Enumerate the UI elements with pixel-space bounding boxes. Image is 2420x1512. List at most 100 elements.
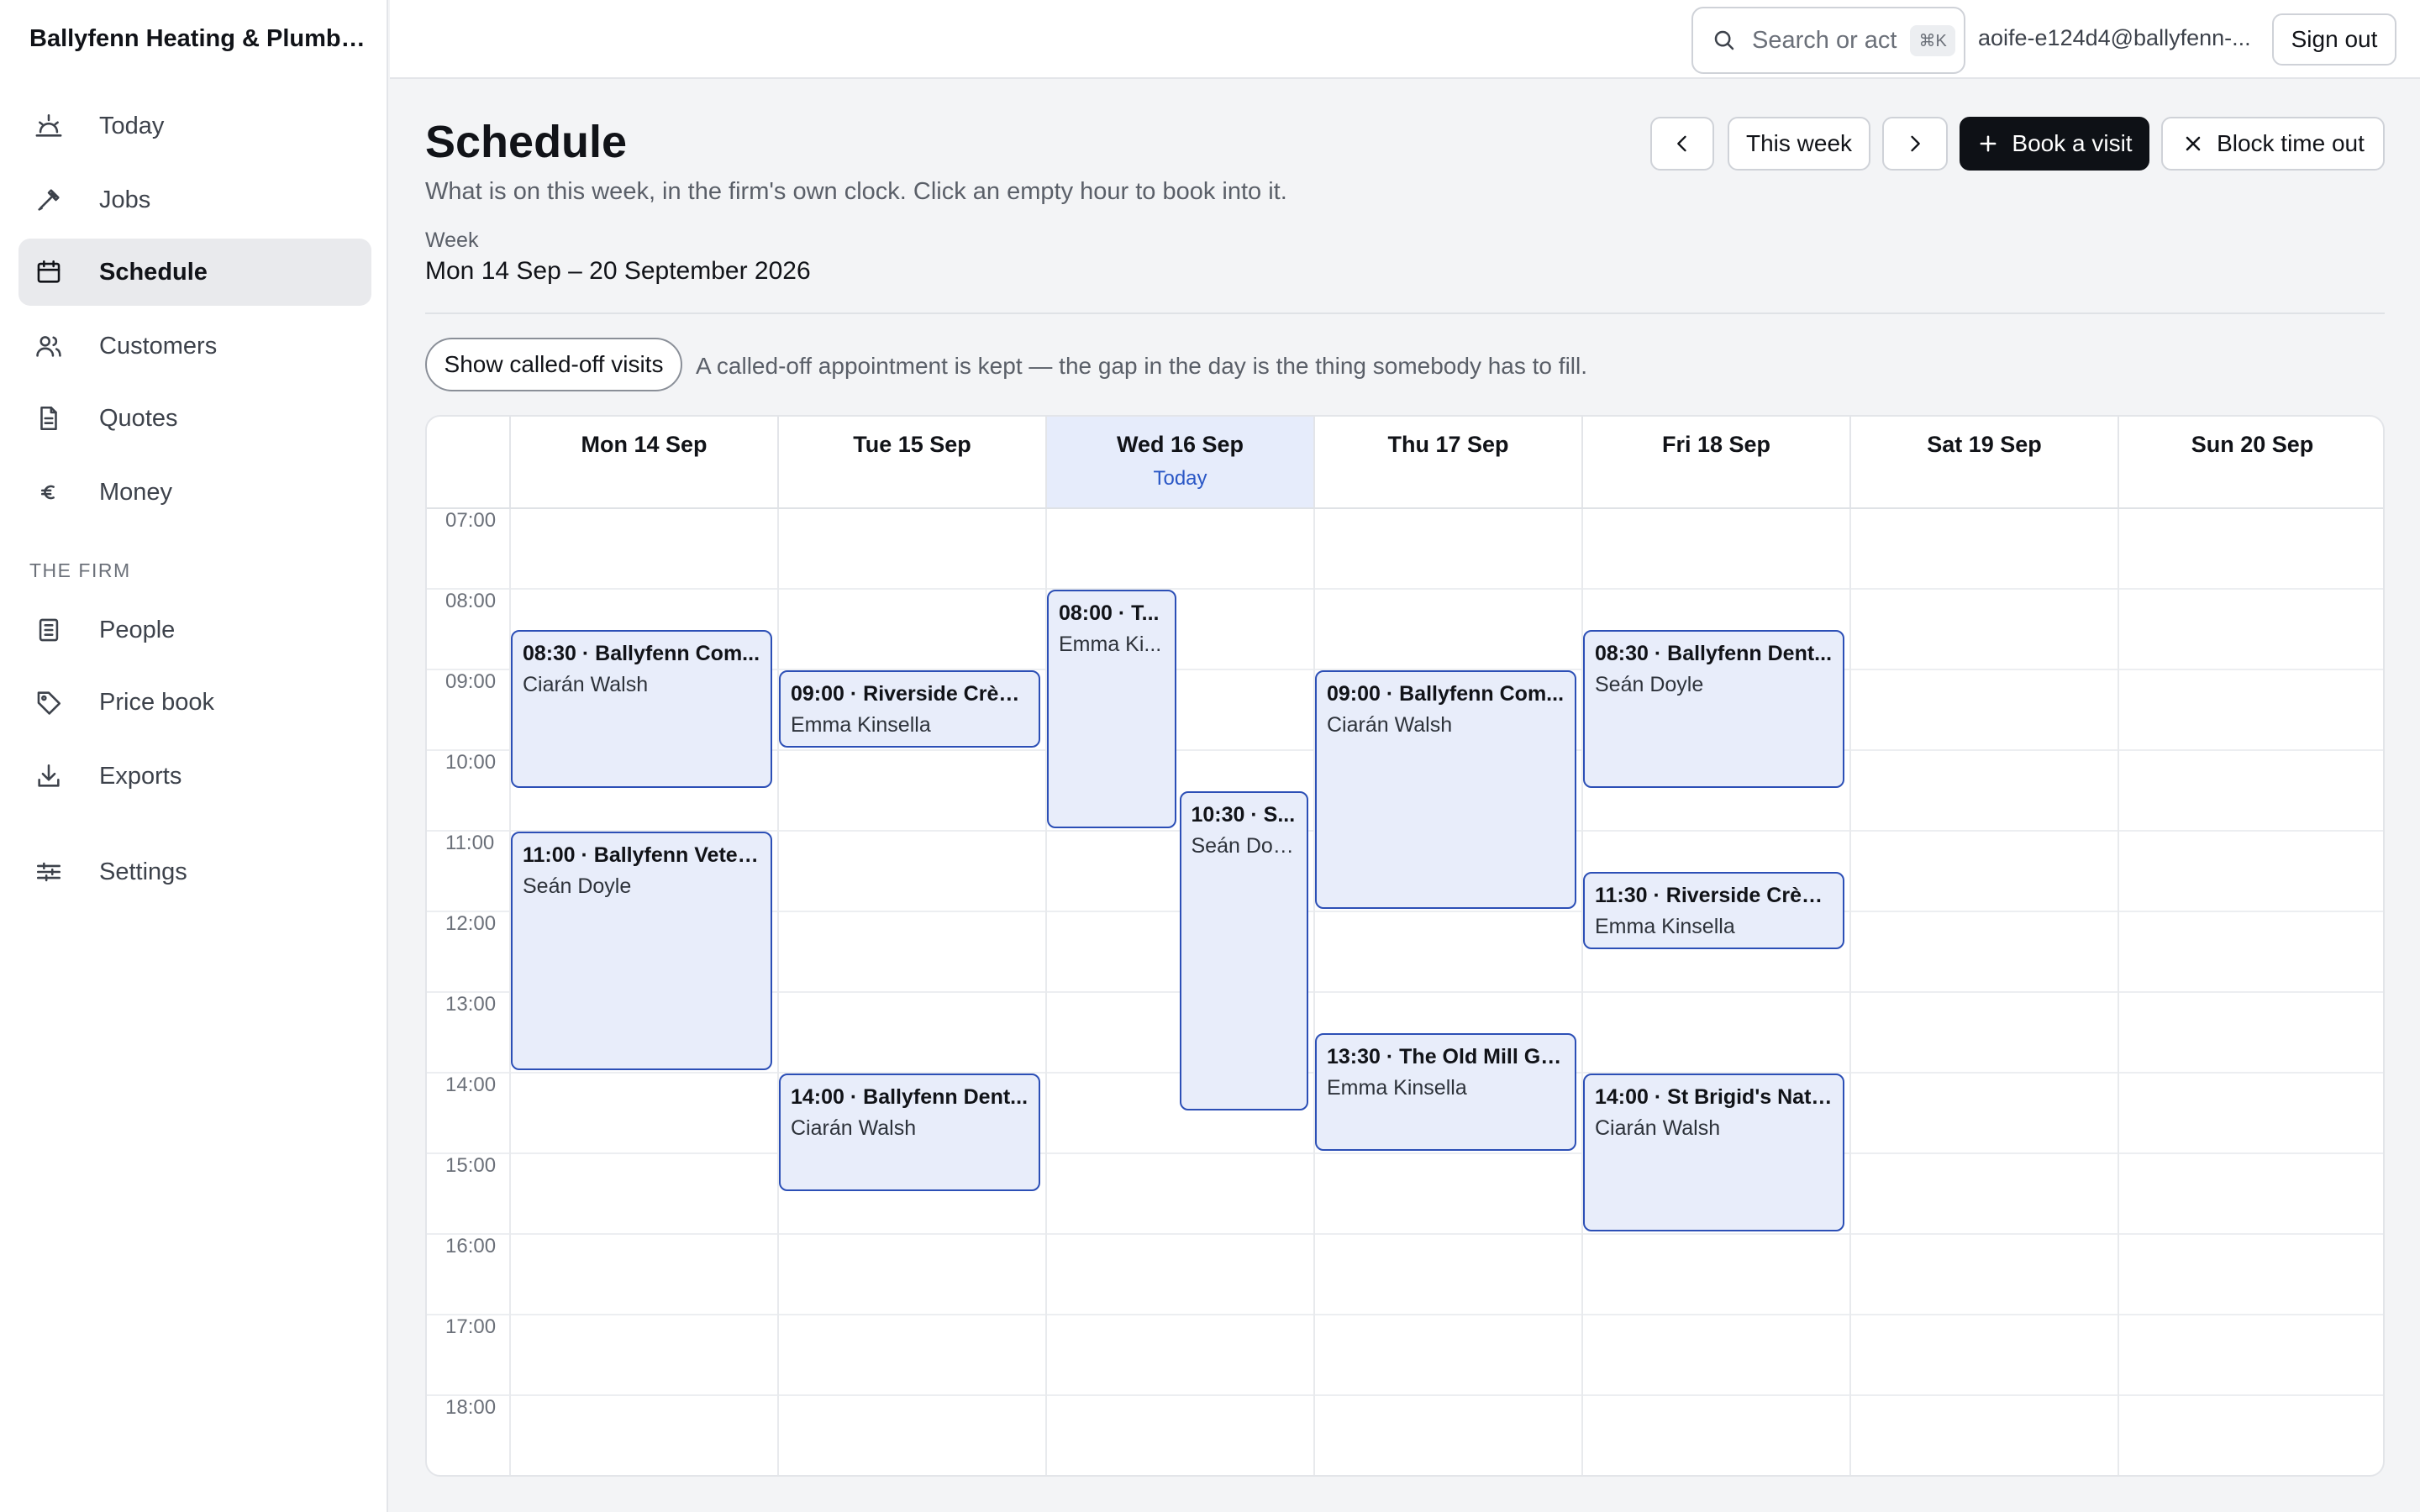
appointment-title: 14:00 · St Brigid's Nati... bbox=[1595, 1085, 1833, 1109]
appointment-card[interactable]: 13:30 · The Old Mill Gu... Emma Kinsella bbox=[1315, 1033, 1576, 1151]
time-label: 14:00 bbox=[445, 1074, 497, 1096]
appointment-card[interactable]: 14:00 · St Brigid's Nati... Ciarán Walsh bbox=[1583, 1074, 1844, 1231]
download-icon bbox=[32, 759, 66, 793]
sidebar-item-label: Exports bbox=[99, 762, 182, 790]
appointment-card[interactable]: 08:30 · Ballyfenn Com... Ciarán Walsh bbox=[511, 630, 772, 788]
day-header: Sun 20 Sep bbox=[2118, 417, 2383, 507]
appointment-title: 11:30 · Riverside Crèche bbox=[1595, 884, 1833, 907]
hour-gridline bbox=[427, 1152, 2383, 1154]
book-visit-button[interactable]: Book a visit bbox=[1960, 117, 2149, 171]
appointment-title: 08:00 · T... bbox=[1059, 601, 1160, 625]
book-visit-label: Book a visit bbox=[2012, 130, 2133, 156]
time-label: 16:00 bbox=[445, 1235, 497, 1257]
sidebar-item-price-book[interactable]: Price book bbox=[18, 669, 371, 736]
day-header: Fri 18 Sep bbox=[1581, 417, 1849, 507]
sidebar-item-settings[interactable]: Settings bbox=[18, 838, 371, 906]
hour-gridline bbox=[427, 588, 2383, 590]
appointment-card[interactable]: 10:30 · S... Seán Doyle bbox=[1179, 791, 1308, 1110]
keyboard-shortcut-badge: ⌘K bbox=[1910, 24, 1955, 56]
day-column-divider bbox=[777, 507, 779, 1475]
day-name: Wed 16 Sep bbox=[1116, 432, 1244, 457]
called-off-note: A called-off appointment is kept — the g… bbox=[696, 353, 1588, 379]
time-label: 13:00 bbox=[445, 993, 497, 1016]
sidebar-item-jobs[interactable]: Jobs bbox=[18, 166, 371, 234]
sidebar-item-quotes[interactable]: Quotes bbox=[18, 385, 371, 452]
appointment-engineer: Seán Doyle bbox=[1191, 834, 1297, 858]
sidebar-item-exports[interactable]: Exports bbox=[18, 743, 371, 810]
day-name: Tue 15 Sep bbox=[853, 432, 971, 457]
appointment-engineer: Emma Kinsella bbox=[1595, 915, 1735, 938]
users-icon bbox=[32, 329, 66, 363]
day-column-divider bbox=[1313, 507, 1315, 1475]
appointment-title: 13:30 · The Old Mill Gu... bbox=[1327, 1045, 1565, 1068]
time-label: 08:00 bbox=[445, 590, 497, 612]
appointment-title: 09:00 · Ballyfenn Com... bbox=[1327, 682, 1565, 706]
sidebar-item-people[interactable]: People bbox=[18, 596, 371, 664]
day-header: Wed 16 Sep Today bbox=[1045, 417, 1313, 507]
appointment-engineer: Emma Ki... bbox=[1059, 633, 1162, 656]
week-range: Mon 14 Sep – 20 September 2026 bbox=[425, 257, 811, 285]
appointment-engineer: Ciarán Walsh bbox=[791, 1116, 917, 1140]
time-label: 15:00 bbox=[445, 1154, 497, 1177]
day-header: Sat 19 Sep bbox=[1849, 417, 2118, 507]
day-name: Fri 18 Sep bbox=[1661, 432, 1771, 457]
time-label: 10:00 bbox=[445, 751, 497, 774]
chevron-right-icon bbox=[1903, 132, 1927, 155]
time-label: 09:00 bbox=[445, 670, 497, 693]
next-week-button[interactable] bbox=[1882, 117, 1948, 171]
header-divider bbox=[425, 312, 2385, 314]
sidebar-item-label: Settings bbox=[99, 858, 187, 885]
show-called-off-toggle[interactable]: Show called-off visits bbox=[425, 338, 682, 391]
tag-icon bbox=[32, 685, 66, 719]
previous-week-button[interactable] bbox=[1650, 117, 1714, 171]
appointment-card[interactable]: 11:30 · Riverside Crèche Emma Kinsella bbox=[1583, 872, 1844, 949]
close-icon bbox=[2181, 132, 2205, 155]
search-placeholder: Search or act bbox=[1752, 26, 1897, 54]
document-icon bbox=[32, 402, 66, 435]
sidebar-item-money[interactable]: Money bbox=[18, 459, 371, 526]
appointment-engineer: Emma Kinsella bbox=[791, 713, 931, 737]
appointment-engineer: Seán Doyle bbox=[1595, 673, 1704, 696]
appointment-title: 09:00 · Riverside Crèche bbox=[791, 682, 1028, 706]
appointment-card[interactable]: 11:00 · Ballyfenn Veter... Seán Doyle bbox=[511, 832, 772, 1070]
today-label: Today bbox=[1153, 467, 1207, 490]
appointment-card[interactable]: 08:30 · Ballyfenn Dent... Seán Doyle bbox=[1583, 630, 1844, 788]
page-subtitle: What is on this week, in the firm's own … bbox=[425, 178, 1287, 205]
search-icon bbox=[1712, 28, 1737, 53]
hour-gridline bbox=[427, 1394, 2383, 1396]
appointment-card[interactable]: 09:00 · Ballyfenn Com... Ciarán Walsh bbox=[1315, 670, 1576, 909]
sidebar-item-label: People bbox=[99, 616, 176, 643]
search-input[interactable]: Search or act ⌘K bbox=[1691, 7, 1965, 74]
day-header: Tue 15 Sep bbox=[777, 417, 1045, 507]
sidebar-item-label: Today bbox=[99, 112, 165, 139]
appointment-title: 11:00 · Ballyfenn Veter... bbox=[523, 843, 760, 867]
appointment-card[interactable]: 14:00 · Ballyfenn Dent... Ciarán Walsh bbox=[779, 1074, 1040, 1191]
brand-name: Ballyfenn Heating & Plumbi... bbox=[29, 25, 366, 52]
block-time-out-button[interactable]: Block time out bbox=[2161, 117, 2385, 171]
sidebar-item-today[interactable]: Today bbox=[18, 92, 371, 160]
sign-out-button[interactable]: Sign out bbox=[2272, 13, 2396, 66]
appointment-title: 10:30 · S... bbox=[1191, 803, 1296, 827]
user-email: aoife-e124d4@ballyfenn-... bbox=[1978, 25, 2251, 50]
time-label: 18:00 bbox=[445, 1396, 497, 1419]
sidebar-item-label: Money bbox=[99, 478, 173, 506]
sidebar-item-label: Quotes bbox=[99, 404, 178, 432]
sidebar-item-label: Jobs bbox=[99, 186, 151, 213]
page-title: Schedule bbox=[425, 117, 628, 167]
appointment-card[interactable]: 08:00 · T... Emma Ki... bbox=[1047, 590, 1176, 828]
day-column-divider bbox=[1849, 507, 1851, 1475]
calendar-icon bbox=[32, 255, 66, 289]
time-label: 17:00 bbox=[445, 1315, 497, 1338]
hour-gridline bbox=[427, 1314, 2383, 1315]
sidebar-item-schedule[interactable]: Schedule bbox=[18, 239, 371, 306]
chevron-left-icon bbox=[1670, 132, 1694, 155]
sidebar-item-customers[interactable]: Customers bbox=[18, 312, 371, 380]
euro-icon bbox=[32, 475, 66, 509]
sliders-icon bbox=[32, 855, 66, 889]
day-header: Mon 14 Sep bbox=[509, 417, 777, 507]
appointment-engineer: Seán Doyle bbox=[523, 874, 632, 898]
day-header: Thu 17 Sep bbox=[1313, 417, 1581, 507]
appointment-engineer: Ciarán Walsh bbox=[1595, 1116, 1721, 1140]
appointment-card[interactable]: 09:00 · Riverside Crèche Emma Kinsella bbox=[779, 670, 1040, 748]
this-week-button[interactable]: This week bbox=[1728, 117, 1870, 171]
